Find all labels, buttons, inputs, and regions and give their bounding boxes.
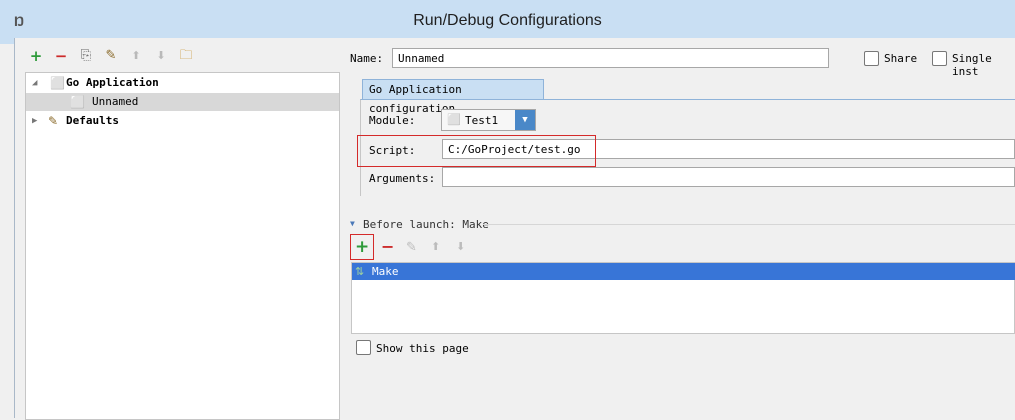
before-launch-header: Before launch: Make: [363, 218, 489, 231]
remove-task-icon[interactable]: −: [381, 237, 394, 256]
module-icon: ⬜: [447, 113, 461, 126]
single-instance-checkbox[interactable]: [932, 51, 947, 66]
move-task-up-icon[interactable]: ⬆: [431, 240, 440, 253]
move-up-icon[interactable]: ⬆: [127, 47, 145, 65]
remove-config-icon[interactable]: −: [52, 47, 70, 65]
go-app-icon: ⬜: [50, 76, 65, 90]
tree-item-label: Defaults: [66, 114, 119, 127]
move-down-icon[interactable]: ⬇: [152, 47, 170, 65]
tab-go-application-configuration[interactable]: Go Application configuration: [362, 79, 544, 115]
tree-item-go-application[interactable]: ◢ ⬜ Go Application: [26, 74, 339, 92]
share-label: Share: [884, 52, 918, 65]
edit-defaults-icon[interactable]: ✎: [102, 47, 120, 65]
folder-icon[interactable]: 🗀: [177, 47, 195, 65]
show-page-checkbox[interactable]: [356, 340, 371, 355]
expand-arrow-icon[interactable]: ◢: [32, 74, 37, 92]
defaults-wrench-icon: ✎: [48, 114, 59, 128]
module-label: Module:: [369, 114, 416, 127]
config-icon: ⬜: [70, 95, 85, 109]
single-instance-label: Single inst: [952, 52, 992, 78]
share-checkbox[interactable]: [864, 51, 879, 66]
tree-item-defaults[interactable]: ▶ ✎ Defaults: [26, 112, 339, 130]
list-item-make[interactable]: ⇅ Make: [352, 263, 1015, 280]
before-launch-list[interactable]: ⇅ Make: [351, 262, 1015, 334]
highlight-box-script: [357, 135, 596, 167]
module-select[interactable]: ⬜ Test1 ▼: [441, 109, 536, 131]
arguments-label: Arguments:: [369, 172, 436, 185]
name-input[interactable]: Unnamed: [392, 48, 829, 68]
highlight-box-add: [350, 234, 374, 260]
edit-task-icon[interactable]: ✎: [406, 240, 417, 255]
config-tree[interactable]: ◢ ⬜ Go Application ⬜ Unnamed ▶ ✎ Default…: [25, 72, 340, 420]
tree-item-label: Go Application: [66, 76, 159, 89]
add-config-icon[interactable]: +: [27, 47, 45, 65]
tree-item-unnamed[interactable]: ⬜ Unnamed: [26, 93, 339, 111]
collapse-triangle-icon[interactable]: ▼: [350, 219, 355, 228]
window-title: Run/Debug Configurations: [413, 12, 602, 29]
divider: [483, 224, 1015, 225]
make-icon: ⇅: [355, 265, 365, 278]
module-value: Test1: [465, 114, 499, 127]
tree-item-label: Unnamed: [92, 95, 139, 108]
move-task-down-icon[interactable]: ⬇: [456, 240, 465, 253]
chevron-down-icon[interactable]: ▼: [515, 110, 535, 130]
collapse-arrow-icon[interactable]: ▶: [32, 112, 37, 130]
arguments-input[interactable]: [442, 167, 1015, 187]
name-label: Name:: [350, 52, 384, 65]
copy-config-icon[interactable]: ⎘: [77, 47, 95, 65]
list-item-label: Make: [372, 265, 399, 278]
show-page-label: Show this page: [376, 342, 469, 355]
